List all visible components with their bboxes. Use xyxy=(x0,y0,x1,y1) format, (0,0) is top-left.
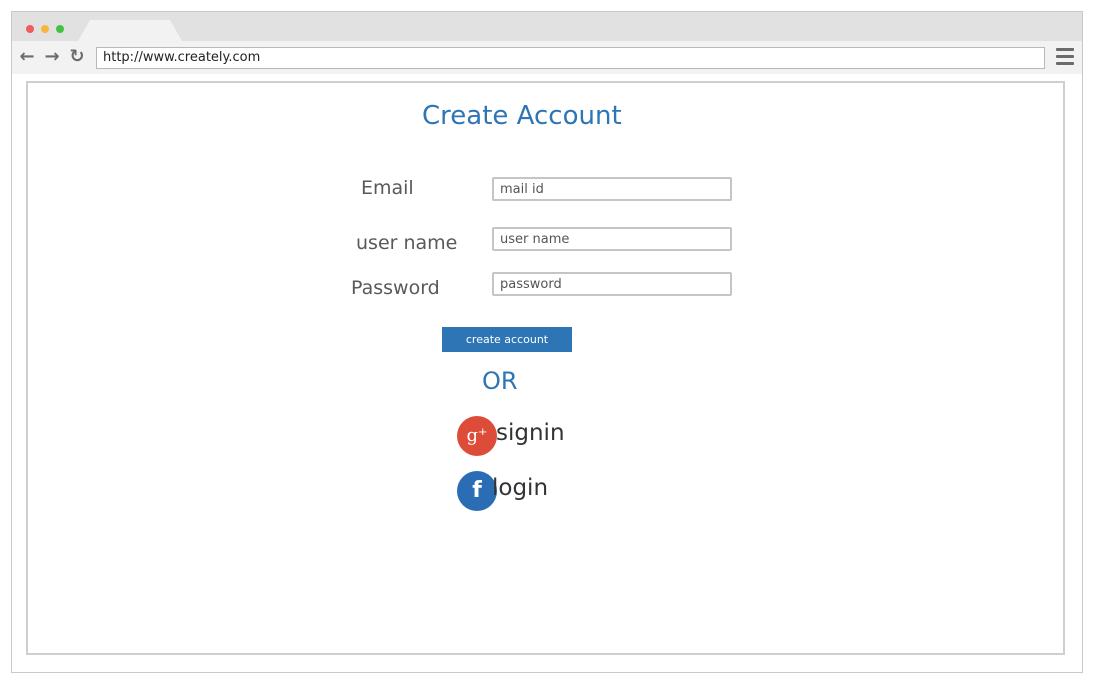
page-title: Create Account xyxy=(422,101,622,131)
address-bar[interactable]: http://www.creately.com xyxy=(96,47,1045,69)
forward-arrow-icon[interactable]: → xyxy=(42,47,62,67)
page-content: Create Account Email user name Password … xyxy=(26,81,1065,655)
google-plus-icon: g⁺ xyxy=(457,416,497,456)
browser-toolbar: ← → ↻ http://www.creately.com xyxy=(12,41,1082,74)
or-divider-text: OR xyxy=(482,367,518,395)
username-label: user name xyxy=(356,232,458,254)
minimize-window-dot[interactable] xyxy=(41,25,49,33)
reload-icon[interactable]: ↻ xyxy=(67,47,87,67)
facebook-icon: f xyxy=(457,471,497,511)
browser-tab[interactable] xyxy=(78,20,182,41)
username-field[interactable] xyxy=(492,227,732,251)
maximize-window-dot[interactable] xyxy=(56,25,64,33)
google-signin-button[interactable]: g⁺ signin xyxy=(457,416,567,456)
password-label: Password xyxy=(351,277,440,299)
email-field[interactable] xyxy=(492,177,732,201)
facebook-login-label: login xyxy=(492,475,549,501)
create-account-button[interactable]: create account xyxy=(442,327,572,352)
facebook-login-button[interactable]: f login xyxy=(457,471,557,511)
close-window-dot[interactable] xyxy=(26,25,34,33)
browser-window: ← → ↻ http://www.creately.com Create Acc… xyxy=(11,11,1083,673)
back-arrow-icon[interactable]: ← xyxy=(17,47,37,67)
password-field[interactable] xyxy=(492,272,732,296)
email-label: Email xyxy=(361,177,414,199)
hamburger-menu-icon[interactable] xyxy=(1056,48,1074,66)
title-bar xyxy=(12,12,1082,41)
google-signin-label: signin xyxy=(496,420,565,446)
